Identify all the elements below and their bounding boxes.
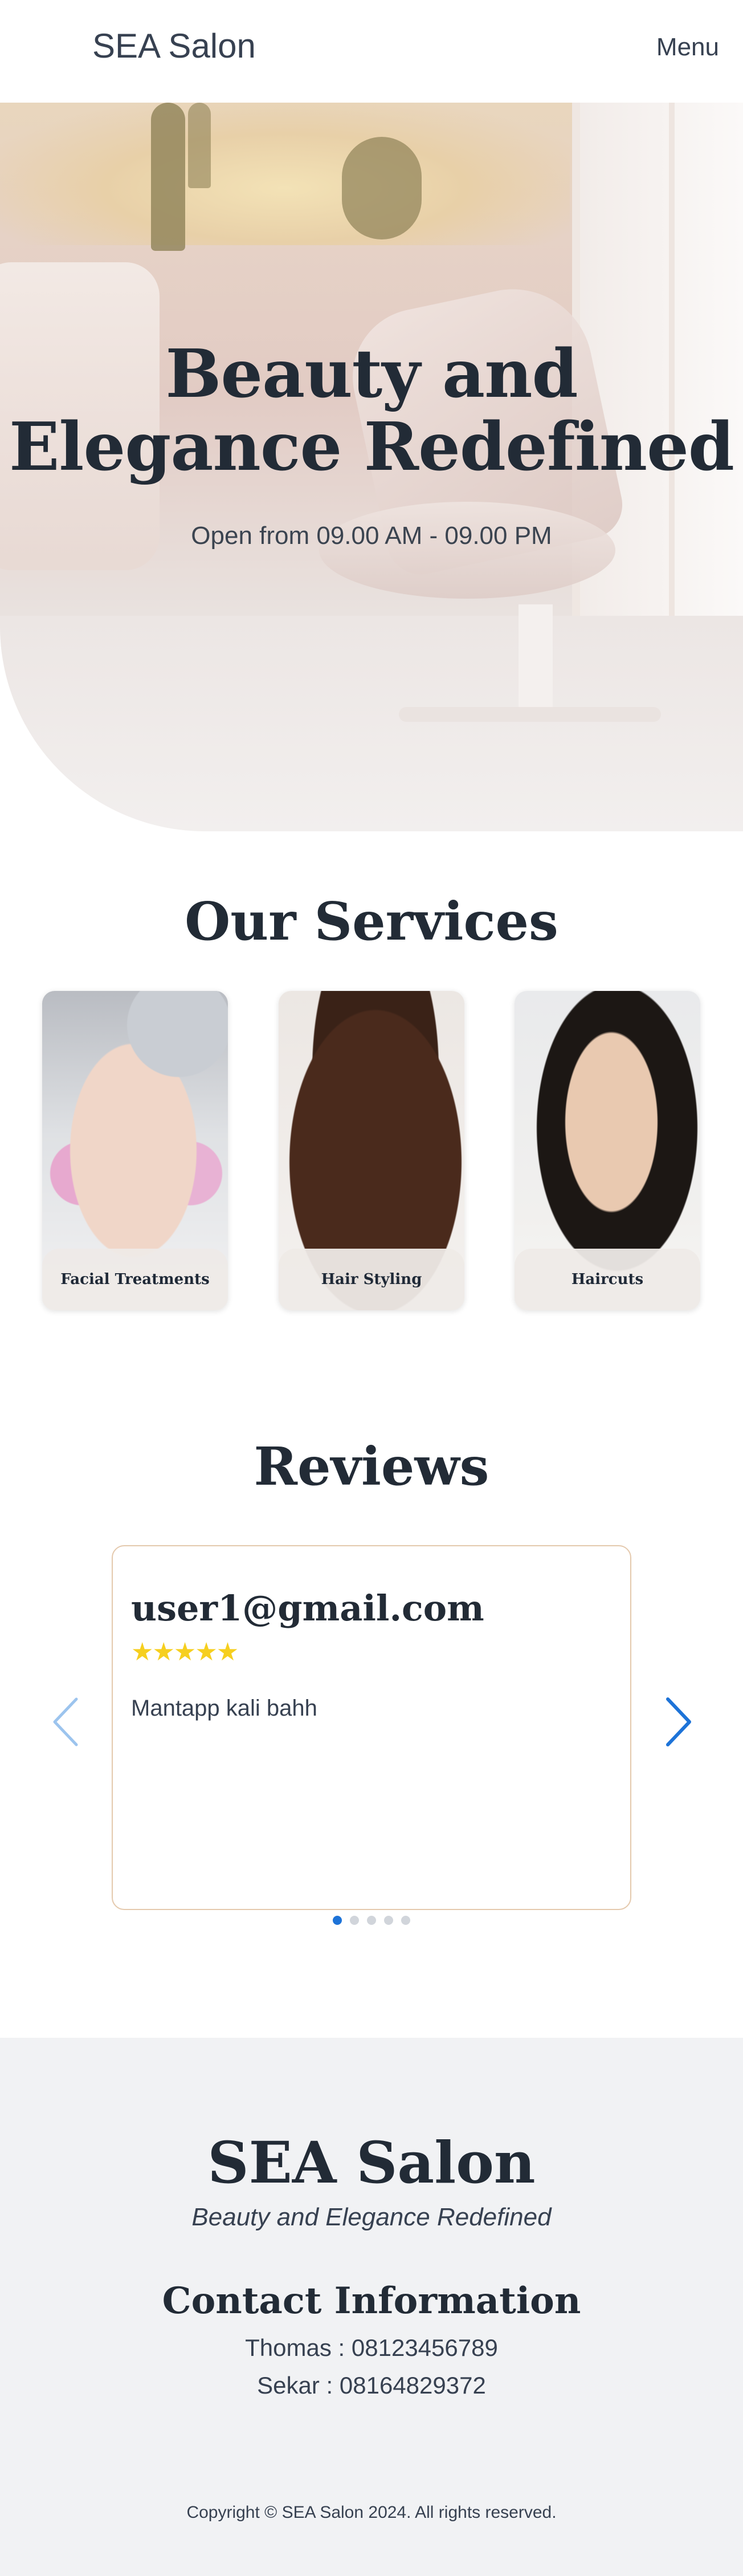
previous-arrow-icon[interactable] — [49, 1688, 83, 1756]
review-star-rating: ★★★★★ — [131, 1638, 239, 1666]
contact-title: Contact Information — [162, 2280, 581, 2322]
hero-section: Beauty and Elegance Redefined Open from … — [0, 103, 743, 831]
carousel-dot[interactable] — [350, 1916, 359, 1925]
carousel-dot[interactable] — [384, 1916, 393, 1925]
carousel-pagination — [0, 1916, 743, 1925]
service-label: Hair Styling — [279, 1249, 464, 1310]
hero-chair-decoration — [519, 604, 553, 718]
site-header: SEA Salon Menu — [0, 0, 743, 103]
site-footer: SEA Salon Beauty and Elegance Redefined … — [0, 2038, 743, 2576]
hero-chair-decoration — [319, 502, 615, 599]
hero-title-line: Elegance Redefined — [9, 408, 734, 486]
contact-thomas: Thomas : 08123456789 — [245, 2334, 498, 2361]
service-card-haircuts[interactable]: Haircuts — [515, 991, 700, 1310]
services-title: Our Services — [185, 891, 558, 952]
hero-plant-decoration — [188, 103, 211, 188]
service-card-hair-styling[interactable]: Hair Styling — [279, 991, 464, 1310]
hero-chair-decoration — [399, 707, 661, 722]
footer-brand: SEA Salon — [207, 2129, 536, 2196]
service-card-facial[interactable]: Facial Treatments — [42, 991, 228, 1310]
hero-opening-hours: Open from 09.00 AM - 09.00 PM — [191, 522, 552, 550]
carousel-dot[interactable] — [367, 1916, 376, 1925]
hero-plant-decoration — [151, 103, 185, 251]
review-user-email: user1@gmail.com — [131, 1587, 484, 1629]
reviews-title: Reviews — [254, 1436, 489, 1497]
menu-button[interactable]: Menu — [656, 33, 719, 62]
hero-title-line: Beauty and — [165, 335, 578, 413]
service-label: Haircuts — [515, 1249, 700, 1310]
review-text: Mantapp kali bahh — [131, 1696, 317, 1721]
hero-plant-decoration — [342, 137, 422, 239]
next-arrow-icon[interactable] — [661, 1688, 695, 1756]
carousel-dot[interactable] — [401, 1916, 410, 1925]
hero-floor-decoration — [0, 616, 743, 831]
contact-sekar: Sekar : 08164829372 — [257, 2372, 486, 2399]
brand-logo[interactable]: SEA Salon — [92, 26, 256, 66]
carousel-dot[interactable] — [333, 1916, 342, 1925]
hero-title: Beauty and Elegance Redefined — [0, 338, 743, 483]
service-label: Facial Treatments — [42, 1249, 228, 1310]
footer-tagline: Beauty and Elegance Redefined — [191, 2203, 552, 2231]
copyright-text: Copyright © SEA Salon 2024. All rights r… — [186, 2503, 557, 2522]
hero-wall-light — [0, 103, 570, 245]
review-card: user1@gmail.com ★★★★★ Mantapp kali bahh — [112, 1545, 631, 1910]
